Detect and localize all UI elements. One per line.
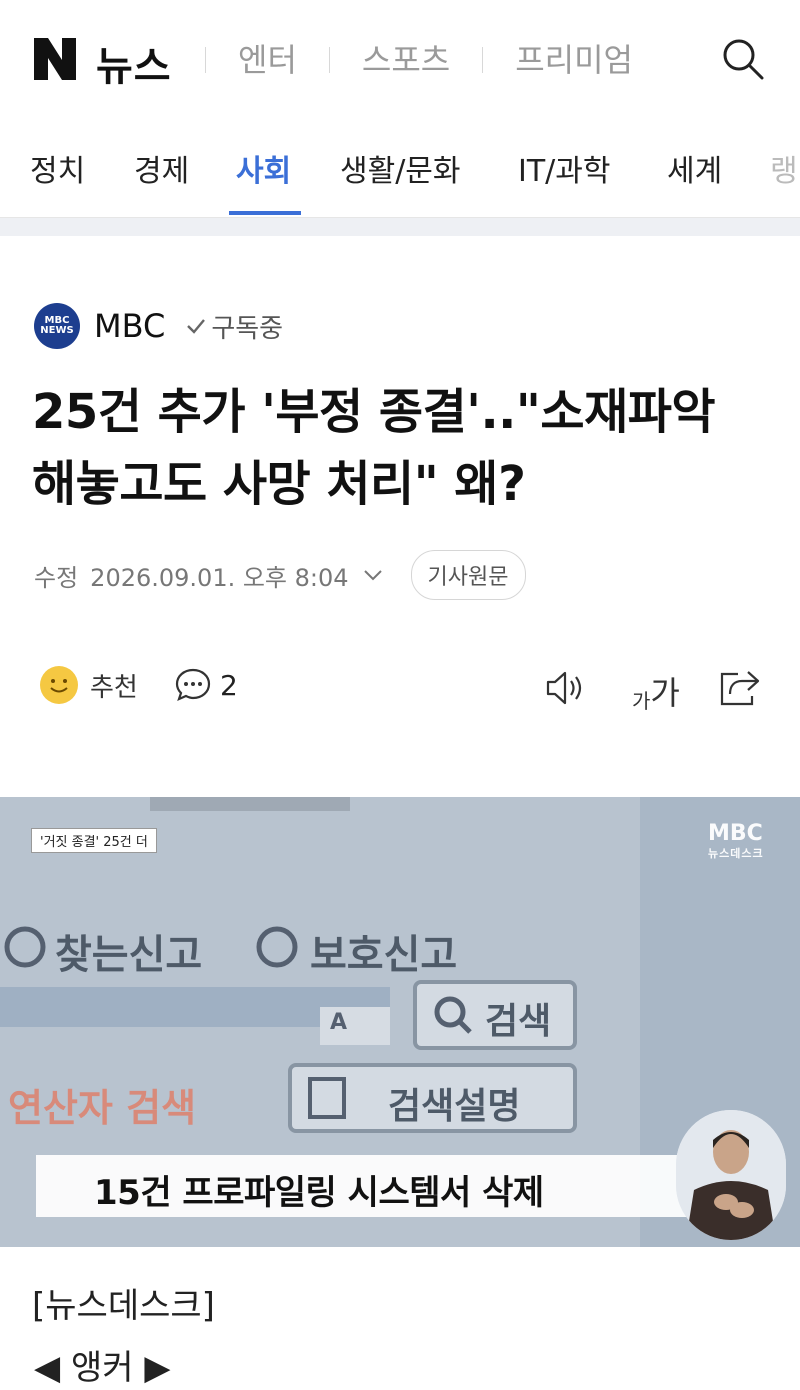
nav-item-sports[interactable]: 스포츠 [330, 40, 482, 80]
comment-icon [175, 668, 211, 701]
tab-ranking[interactable]: 랭 [770, 146, 798, 190]
tab-politics[interactable]: 정치 [30, 146, 85, 190]
press-logo[interactable]: MBC NEWS [34, 303, 80, 349]
broadcast-caption: 15건 프로파일링 시스템서 삭제 [36, 1155, 686, 1217]
action-bar: 추천 2 가 가 [0, 660, 800, 716]
active-tab-underline [229, 211, 301, 215]
screen-help-button: 검색설명 [388, 1086, 521, 1127]
broadcast-corner-tag: '거짓 종결' 25건 더 [31, 828, 157, 853]
screen-dropdown: A [330, 1010, 348, 1035]
mbc-watermark: MBC 뉴스데스크 [708, 821, 764, 864]
press-name[interactable]: MBC [94, 307, 165, 345]
program-name: [뉴스데스크] [32, 1286, 215, 1326]
article-datetime: 2026.09.01. 오후 8:04 [90, 563, 349, 592]
check-icon [187, 319, 206, 334]
screen-text-find-report: 찾는신고 [55, 932, 203, 978]
tab-life-culture[interactable]: 생활/문화 [340, 146, 461, 190]
modified-label: 수정 [34, 563, 79, 592]
section-divider [0, 218, 800, 236]
category-nav: 정치 경제 사회 생활/문화 IT/과학 세계 랭 [0, 118, 800, 218]
watermark-subtext: 뉴스데스크 [708, 847, 764, 860]
chevron-down-icon[interactable] [361, 563, 385, 587]
tab-society[interactable]: 사회 [236, 146, 291, 190]
original-article-button[interactable]: 기사원문 [410, 550, 526, 600]
top-nav: 엔터 스포츠 프리미엄 [205, 40, 665, 80]
article-meta: 수정 2026.09.01. 오후 8:04 기사원문 [34, 550, 526, 600]
recommend-button[interactable]: 추천 [40, 666, 138, 704]
screen-name-label: 연산자 검색 [8, 1086, 197, 1130]
font-size-large: 가 [650, 674, 680, 712]
press-info: MBC NEWS MBC 구독중 [34, 303, 283, 349]
tab-economy[interactable]: 경제 [134, 146, 189, 190]
smile-icon [40, 666, 78, 704]
screen-search-button: 검색 [485, 1001, 552, 1042]
comment-button[interactable]: 2 [174, 666, 238, 704]
search-icon[interactable] [720, 36, 766, 82]
recommend-label: 추천 [90, 672, 138, 703]
top-header: 뉴스 엔터 스포츠 프리미엄 [0, 0, 800, 118]
nav-item-premium[interactable]: 프리미엄 [483, 40, 665, 80]
subscribe-button[interactable]: 구독중 [185, 308, 283, 345]
tab-it-science[interactable]: IT/과학 [518, 146, 610, 190]
watermark-text: MBC [708, 821, 763, 846]
comment-count: 2 [220, 668, 238, 702]
press-logo-text: MBC NEWS [40, 315, 74, 336]
news-title[interactable]: 뉴스 [96, 34, 172, 92]
subscribe-label: 구독중 [211, 313, 284, 344]
sign-interpreter-avatar [676, 1110, 786, 1240]
speaker-icon[interactable] [544, 668, 588, 708]
caption-text: 15건 프로파일링 시스템서 삭제 [94, 1173, 544, 1213]
naver-logo-icon[interactable] [32, 36, 78, 82]
article-headline: 25건 추가 '부정 종결'.."소재파악 해놓고도 사망 처리" 왜? [32, 384, 716, 512]
anchor-label: ◀ 앵커 ▶ [34, 1348, 171, 1388]
screen-text-protect-report: 보호신고 [310, 932, 458, 978]
nav-item-entertainment[interactable]: 엔터 [206, 40, 329, 80]
font-size-small: 가 [632, 689, 651, 713]
share-icon[interactable] [718, 666, 762, 708]
font-size-button[interactable]: 가 가 [632, 668, 680, 714]
tab-world[interactable]: 세계 [667, 146, 722, 190]
